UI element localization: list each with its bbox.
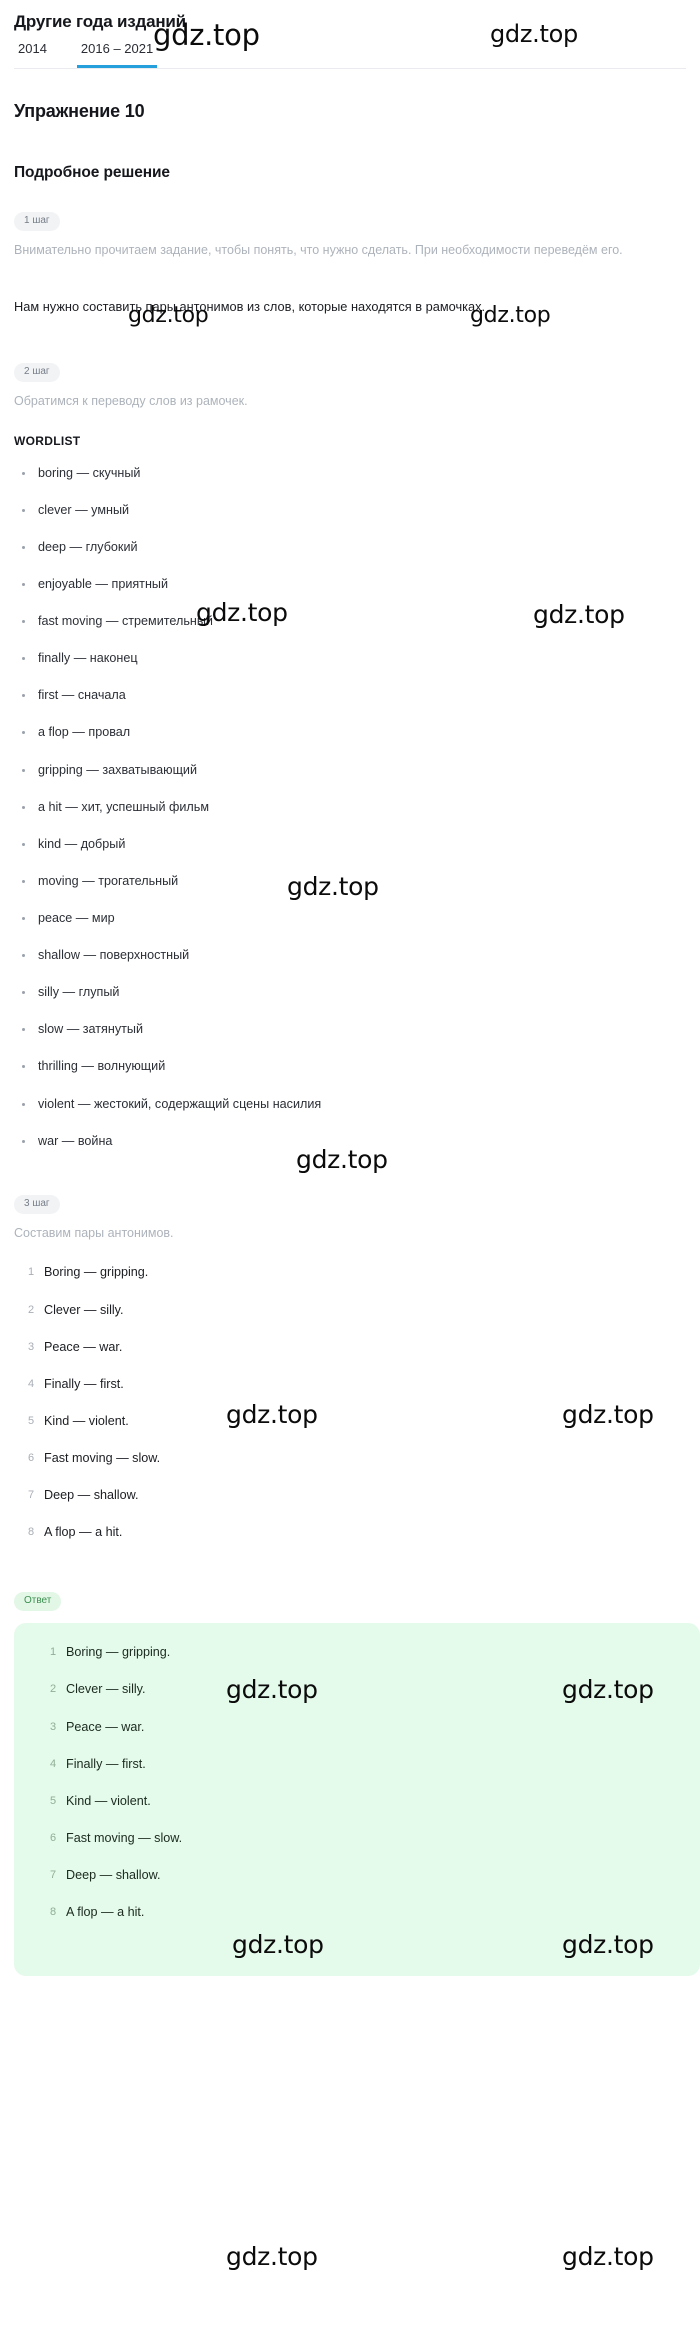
list-item: moving — трогательный bbox=[22, 874, 700, 889]
list-item: 4 Finally — first. bbox=[50, 1757, 700, 1772]
list-item: 3 Peace — war. bbox=[50, 1720, 700, 1735]
list-item-text: Kind — violent. bbox=[44, 1413, 129, 1428]
list-item: enjoyable — приятный bbox=[22, 577, 700, 592]
list-item-number: 7 bbox=[50, 1868, 57, 1881]
list-item-number: 5 bbox=[28, 1414, 35, 1427]
list-item-text: Boring — gripping. bbox=[44, 1265, 149, 1280]
list-item: 6 Fast moving — slow. bbox=[50, 1831, 700, 1846]
page-title: Упражнение 10 bbox=[14, 101, 145, 121]
wordlist-title: WORDLIST bbox=[14, 433, 81, 448]
list-item-text: Deep — shallow. bbox=[66, 1867, 161, 1882]
list-item: violent — жестокий, содержащий сцены нас… bbox=[22, 1097, 700, 1112]
editions-title: Другие года изданий bbox=[14, 12, 186, 31]
antonym-pairs-list: 1 Boring — gripping. 2 Clever — silly. 3 Pe… bbox=[0, 1265, 700, 1540]
answer-pairs-list: 1 Boring — gripping. 2 Clever — silly. 3 Pe… bbox=[14, 1645, 700, 1920]
list-item-text: Finally — first. bbox=[44, 1376, 124, 1391]
list-item: clever — умный bbox=[22, 503, 700, 518]
list-item-text: Boring — gripping. bbox=[66, 1645, 171, 1660]
list-item: slow — затянутый bbox=[22, 1022, 700, 1037]
list-item: 6 Fast moving — slow. bbox=[28, 1451, 700, 1466]
list-item: 8 A flop — a hit. bbox=[50, 1905, 700, 1920]
step-badge: 2 шаг bbox=[14, 363, 60, 383]
list-item-text: Fast moving — slow. bbox=[66, 1830, 183, 1845]
list-item-text: Clever — silly. bbox=[66, 1682, 146, 1697]
list-item: 7 Deep — shallow. bbox=[50, 1868, 700, 1883]
list-item-text: Deep — shallow. bbox=[44, 1488, 139, 1503]
list-item: 1 Boring — gripping. bbox=[50, 1645, 700, 1660]
step-2: 2 шаг bbox=[14, 361, 700, 383]
step-1-instruction: Внимательно прочитаем задание, чтобы пон… bbox=[14, 243, 623, 257]
list-item-text: Finally — first. bbox=[66, 1756, 146, 1771]
list-item-number: 2 bbox=[28, 1303, 35, 1316]
list-item: finally — наконец bbox=[22, 651, 700, 666]
list-item: gripping — захватывающий bbox=[22, 763, 700, 778]
list-item: fast moving — стремительный bbox=[22, 614, 700, 629]
list-item-text: Peace — war. bbox=[66, 1719, 145, 1734]
list-item: war — война bbox=[22, 1134, 700, 1149]
watermark: gdz.top bbox=[562, 2242, 654, 2271]
list-item-number: 6 bbox=[28, 1451, 35, 1464]
list-item: silly — глупый bbox=[22, 985, 700, 1000]
step-1-task: Нам нужно составить пары антонимов из сл… bbox=[14, 298, 486, 314]
list-item-number: 5 bbox=[50, 1794, 57, 1807]
list-item-number: 7 bbox=[28, 1489, 35, 1502]
list-item-text: Clever — silly. bbox=[44, 1302, 124, 1317]
list-item-number: 3 bbox=[28, 1340, 35, 1353]
list-item-number: 4 bbox=[28, 1377, 35, 1390]
list-item: 7 Deep — shallow. bbox=[28, 1488, 700, 1503]
list-item: thrilling — волнующий bbox=[22, 1059, 700, 1074]
list-item-text: Kind — violent. bbox=[66, 1793, 151, 1808]
list-item: shallow — поверхностный bbox=[22, 948, 700, 963]
list-item: first — сначала bbox=[22, 688, 700, 703]
solution-heading: Подробное решение bbox=[14, 164, 170, 181]
answer-box: 1 Boring — gripping. 2 Clever — silly. 3 Pe… bbox=[14, 1623, 700, 1977]
list-item-text: Peace — war. bbox=[44, 1339, 123, 1354]
list-item-number: 4 bbox=[50, 1757, 57, 1770]
list-item: 1 Boring — gripping. bbox=[28, 1265, 700, 1280]
step-1: 1 шаг bbox=[14, 210, 700, 231]
list-item: 5 Kind — violent. bbox=[28, 1414, 700, 1429]
step-3-instruction: Составим пары антонимов. bbox=[14, 1225, 174, 1240]
watermark: gdz.top bbox=[226, 2242, 318, 2271]
watermark: gdz.top bbox=[296, 1145, 388, 1174]
list-item-text: Fast moving — slow. bbox=[44, 1450, 161, 1465]
wordlist: boring — скучный clever — умный deep — г… bbox=[0, 466, 700, 1149]
list-item: 8 A flop — a hit. bbox=[28, 1525, 700, 1540]
list-item: 2 Clever — silly. bbox=[28, 1303, 700, 1318]
answer-section: Ответ bbox=[14, 1590, 700, 1612]
list-item-number: 2 bbox=[50, 1683, 57, 1696]
step-badge: 1 шаг bbox=[14, 212, 60, 231]
tab-edition-2016-2021[interactable]: 2016 – 2021 bbox=[76, 42, 158, 68]
step-badge: 3 шаг bbox=[14, 1194, 60, 1214]
list-item: deep — глубокий bbox=[22, 540, 700, 555]
step-2-instruction: Обратимся к переводу слов из рамочек. bbox=[14, 394, 248, 409]
list-item-text: A flop — a hit. bbox=[66, 1905, 145, 1920]
list-item-number: 1 bbox=[50, 1646, 57, 1659]
list-item-number: 3 bbox=[50, 1720, 57, 1733]
step-3: 3 шаг bbox=[14, 1193, 700, 1214]
list-item-number: 8 bbox=[50, 1906, 57, 1919]
list-item-number: 1 bbox=[28, 1266, 35, 1279]
list-item: a hit — хит, успешный фильм bbox=[22, 800, 700, 815]
list-item: kind — добрый bbox=[22, 837, 700, 852]
editions-header: Другие года изданий 2014 2016 – 2021 bbox=[0, 0, 700, 69]
list-item: 4 Finally — first. bbox=[28, 1377, 700, 1392]
list-item: 2 Clever — silly. bbox=[50, 1682, 700, 1697]
list-item: peace — мир bbox=[22, 911, 700, 926]
list-item-text: A flop — a hit. bbox=[44, 1525, 123, 1540]
list-item: 5 Kind — violent. bbox=[50, 1794, 700, 1809]
editions-tabs: 2014 2016 – 2021 bbox=[14, 42, 686, 69]
list-item-number: 8 bbox=[28, 1526, 35, 1539]
answer-badge: Ответ bbox=[14, 1592, 62, 1612]
list-item: 3 Peace — war. bbox=[28, 1340, 700, 1355]
tab-edition-2014[interactable]: 2014 bbox=[14, 42, 51, 68]
list-item: boring — скучный bbox=[22, 466, 700, 481]
list-item: a flop — провал bbox=[22, 725, 700, 740]
list-item-number: 6 bbox=[50, 1831, 57, 1844]
